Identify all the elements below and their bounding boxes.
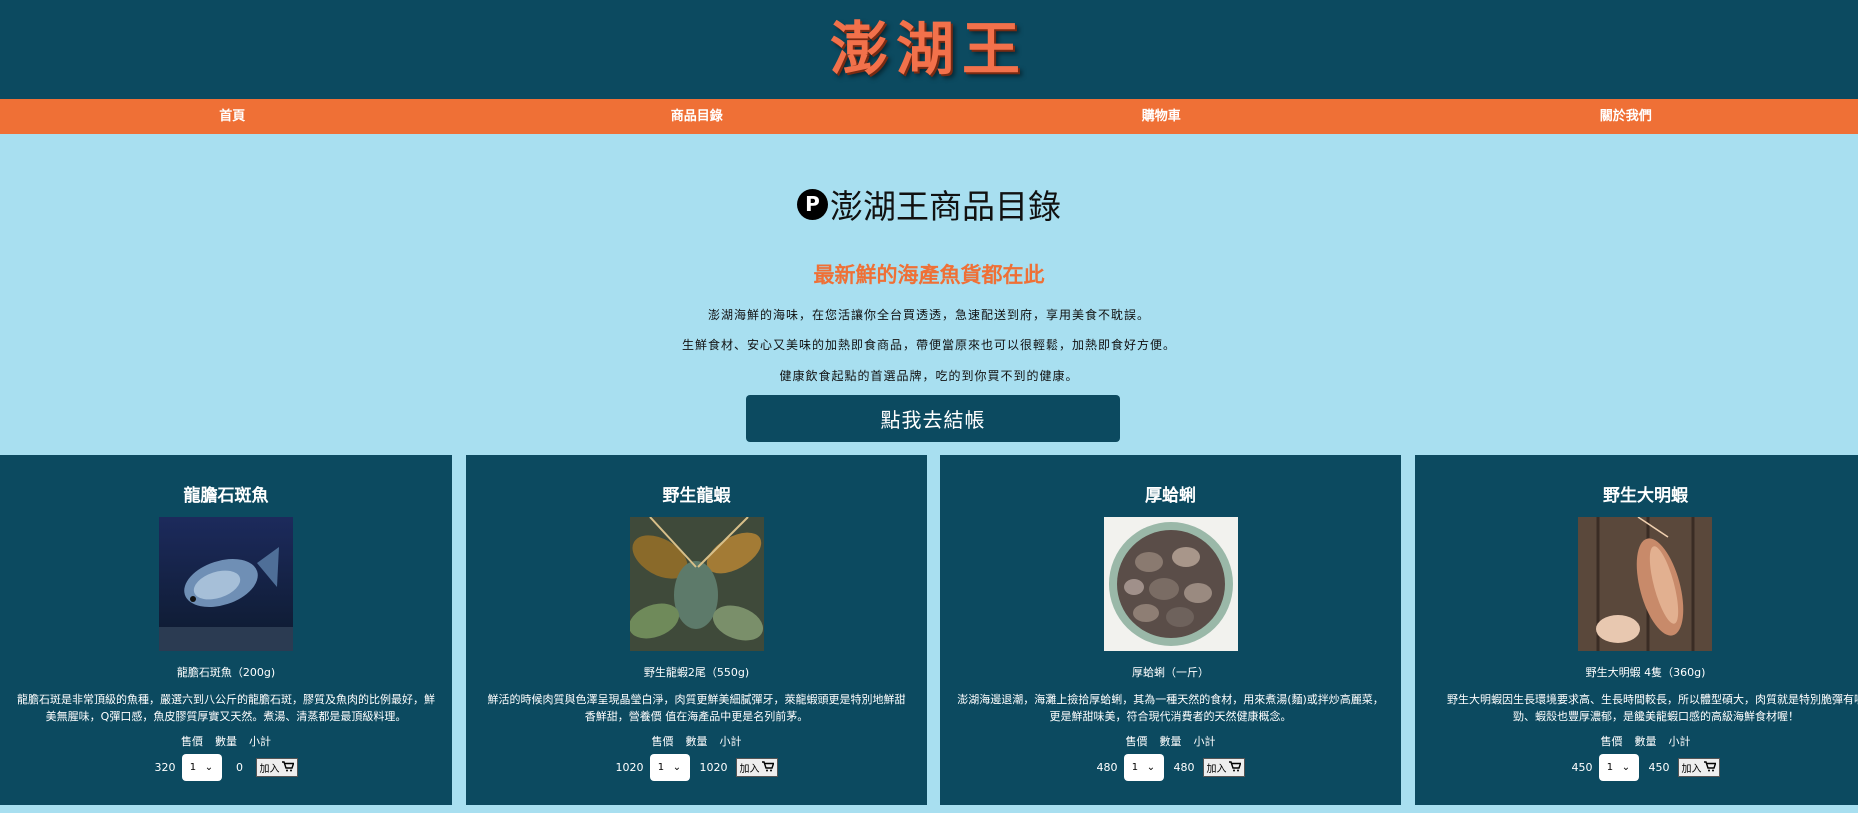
page-title: P 澎湖王商品目錄 [0, 180, 1858, 228]
product-card-prawn: 野生大明蝦 野生大明蝦 4隻（360g) 野生大明蝦因生長環境要求高、生長時間較… [1415, 455, 1858, 805]
page-title-text: 澎湖王商品目錄 [830, 187, 1061, 226]
product-subtotal: 1020 [699, 761, 728, 774]
qty-header: 數量 [1634, 735, 1657, 748]
checkout-button[interactable]: 點我去結帳 [746, 395, 1120, 442]
parking-p-icon: P [797, 188, 828, 220]
product-spec: 野生大明蝦 4隻（360g) [1585, 666, 1706, 679]
add-to-cart-button[interactable]: 加入 [735, 758, 778, 777]
quantity-value: 1 [657, 762, 665, 773]
product-subtotal: 0 [236, 761, 243, 774]
chevron-down-icon: ⌄ [1146, 762, 1156, 773]
quantity-value: 1 [189, 762, 197, 773]
product-image-grouper [159, 517, 293, 651]
product-price: 480 [1096, 761, 1118, 774]
price-header: 售價 [1125, 735, 1148, 748]
subtotal-header: 小計 [1193, 735, 1216, 748]
product-card-clam: 厚蛤蜊 厚蛤蜊（一斤） 澎湖海邊退潮，海灘上撿拾厚蛤蜊，其為一種天然的食材，用來… [940, 455, 1401, 805]
price-header: 售價 [1600, 735, 1623, 748]
product-spec: 厚蛤蜊（一斤） [1132, 666, 1209, 679]
price-table-headers: 售價 數量 小計 [0, 733, 452, 749]
price-header: 售價 [181, 735, 203, 748]
product-card-lobster: 野生龍蝦 野生龍蝦2尾（550g) 鮮活的時候肉質與色澤呈現晶瑩白淨，肉質更鮮美… [466, 455, 927, 805]
product-name: 野生龍蝦 [662, 486, 731, 506]
product-card-grouper: 龍膽石斑魚 龍膽石斑魚（200g) 龍膽石斑是非常頂級的魚種，嚴選六到八公斤的龍… [0, 455, 452, 805]
chevron-down-icon: ⌄ [204, 762, 214, 773]
catalog-description-1: 澎湖海鮮的海味，在您活讓你全台買透透，急速配送到府，享用美食不耽誤。 [707, 308, 1150, 322]
cart-icon [1703, 760, 1716, 775]
price-table-headers: 售價 數量 小計 [466, 733, 927, 749]
site-logo[interactable]: 澎湖王 [0, 2, 1858, 86]
product-subtotal: 480 [1173, 761, 1195, 774]
catalog-subtitle: 最新鮮的海產魚貨都在此 [813, 263, 1045, 287]
subtotal-header: 小計 [249, 735, 271, 748]
price-table-headers: 售價 數量 小計 [940, 733, 1401, 749]
catalog-description-2: 生鮮食材、安心又美味的加熱即食商品，帶便當原來也可以很輕鬆，加熱即食好方便。 [681, 338, 1176, 352]
product-description: 龍膽石斑是非常頂級的魚種，嚴選六到八公斤的龍膽石斑，膠質及魚肉的比例最好，鮮 美… [17, 693, 435, 723]
add-to-cart-button[interactable]: 加入 [1677, 758, 1720, 777]
quantity-value: 1 [1131, 762, 1139, 773]
cart-icon [281, 760, 294, 775]
product-image-prawn [1578, 517, 1712, 651]
product-description: 鮮活的時候肉質與色澤呈現晶瑩白淨，肉質更鮮美細膩彈牙，萊龍蝦頭更是特別地鮮甜 香… [487, 693, 906, 723]
product-price: 450 [1571, 761, 1593, 774]
add-to-cart-label: 加入 [259, 764, 280, 775]
subtotal-header: 小計 [719, 735, 742, 748]
qty-header: 數量 [685, 735, 708, 748]
product-spec: 野生龍蝦2尾（550g) [643, 666, 750, 679]
product-name: 野生大明蝦 [1603, 486, 1688, 506]
product-description: 澎湖海邊退潮，海灘上撿拾厚蛤蜊，其為一種天然的食材，用來煮湯(麵)或拌炒高麗菜，… [957, 693, 1384, 723]
qty-header: 數量 [215, 735, 237, 748]
add-to-cart-label: 加入 [739, 764, 760, 775]
product-spec: 龍膽石斑魚（200g) [176, 666, 276, 679]
price-table-headers: 售價 數量 小計 [1415, 733, 1858, 749]
product-description: 野生大明蝦因生長環境要求高、生長時間較長，所以體型碩大，肉質就是特別脆彈有嚼 勁… [1447, 693, 1858, 723]
product-image-lobster [629, 517, 764, 651]
quantity-select[interactable]: 1 ⌄ [181, 754, 222, 781]
quantity-value: 1 [1606, 762, 1614, 773]
nav-item-about[interactable]: 關於我們 [1394, 99, 1858, 134]
subtotal-header: 小計 [1668, 735, 1691, 748]
chevron-down-icon: ⌄ [672, 762, 682, 773]
product-price: 1020 [615, 761, 644, 774]
cart-icon [1228, 760, 1241, 775]
qty-header: 數量 [1159, 735, 1182, 748]
product-price: 320 [154, 761, 176, 774]
quantity-select[interactable]: 1 ⌄ [649, 754, 690, 781]
purchase-row: 1020 1 ⌄ 1020 加入 [466, 754, 927, 781]
purchase-row: 320 1 ⌄ 0 加入 [0, 754, 452, 781]
product-image-clam [1103, 517, 1238, 651]
product-subtotal: 450 [1648, 761, 1670, 774]
quantity-select[interactable]: 1 ⌄ [1123, 754, 1164, 781]
chevron-down-icon: ⌄ [1621, 762, 1631, 773]
main-nav: 首頁 商品目錄 購物車 關於我們 [0, 99, 1858, 134]
price-header: 售價 [651, 735, 674, 748]
add-to-cart-button[interactable]: 加入 [1202, 758, 1245, 777]
add-to-cart-button[interactable]: 加入 [255, 758, 298, 777]
nav-item-catalog[interactable]: 商品目錄 [465, 99, 930, 134]
nav-item-cart[interactable]: 購物車 [929, 99, 1394, 134]
quantity-select[interactable]: 1 ⌄ [1598, 754, 1639, 781]
add-to-cart-label: 加入 [1206, 764, 1227, 775]
catalog-description-3: 健康飲食起點的首選品牌，吃的到你買不到的健康。 [779, 369, 1079, 383]
purchase-row: 480 1 ⌄ 480 加入 [940, 754, 1401, 781]
add-to-cart-label: 加入 [1681, 764, 1702, 775]
cart-icon [761, 760, 774, 775]
header: 澎湖王 [0, 0, 1858, 99]
nav-item-home[interactable]: 首頁 [0, 99, 465, 134]
purchase-row: 450 1 ⌄ 450 加入 [1415, 754, 1858, 781]
product-name: 厚蛤蜊 [1145, 486, 1196, 506]
product-name: 龍膽石斑魚 [183, 486, 269, 506]
